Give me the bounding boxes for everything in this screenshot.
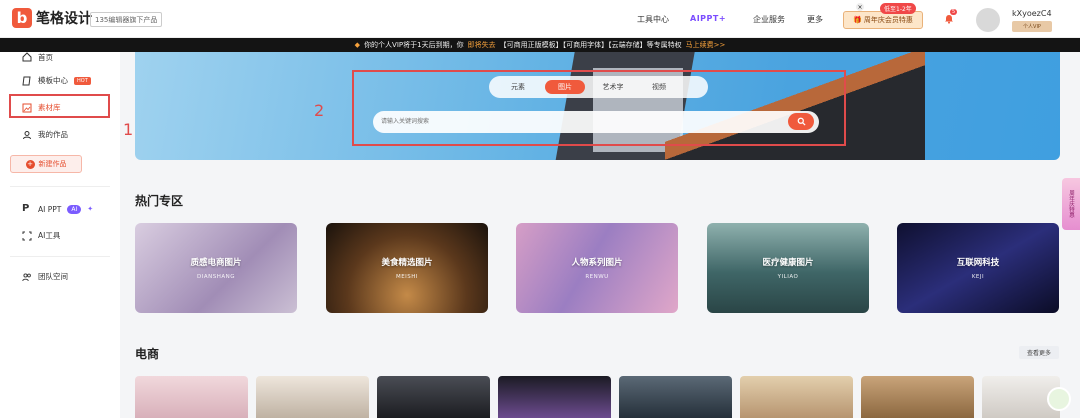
ecommerce-thumb[interactable] [135,376,248,418]
bell-icon[interactable] [944,14,954,24]
card-sub: YILIAO [777,274,799,280]
sidebar-item-label: 模板中心 [38,76,68,85]
ecommerce-thumb[interactable] [740,376,853,418]
template-icon [22,76,31,85]
username[interactable]: kXyoezC4 [1012,9,1052,18]
sidebar-divider [10,256,110,257]
notice-highlight: 即将失去 [467,41,496,49]
sidebar-item-label: 首页 [38,52,53,62]
ai-badge: AI [67,204,82,214]
anniversary-label: 周年庆会员特惠 [863,16,913,24]
ecommerce-section-title: 电商 [135,347,160,361]
card-title: 质感电商图片 [190,258,242,268]
sidebar-divider [10,186,110,187]
nav-more[interactable]: 更多 [807,14,823,25]
annotation-label-1: 1 [123,120,134,139]
ecommerce-thumb[interactable] [377,376,490,418]
hot-card-medical[interactable]: 医疗健康图片 YILIAO [707,223,869,313]
brand-tag: 135编辑器旗下产品 [90,12,163,27]
sidebar-item-ai-ppt[interactable]: P AI PPT AI ✦ [22,204,93,214]
logo-icon: b [12,8,32,28]
notice-text-a: 你的个人VIP将于1天后到期，你 [364,41,464,49]
card-title: 互联网科技 [956,258,1000,268]
hot-card-food[interactable]: 美食精选图片 MEISHI [326,223,488,313]
anniversary-badge: 低至1-2年 [880,3,916,14]
sidebar-item-label: 我的作品 [38,130,68,139]
sidebar-item-label: AI工具 [38,231,61,240]
sidebar-item-label: AI PPT [38,204,62,214]
logo-text: 笔格设计 [36,11,92,27]
card-title: 美食精选图片 [381,258,433,268]
nav-tool-center[interactable]: 工具中心 [637,14,669,25]
logo[interactable]: b 笔格设计 [12,8,92,28]
hot-card-people[interactable]: 人物系列图片 RENWU [516,223,678,313]
top-bar: b 笔格设计 135编辑器旗下产品 工具中心 AIPPT+ 企业服务 更多 🎁 … [0,0,1080,38]
notice-bar: ◆ 你的个人VIP将于1天后到期，你 即将失去 【可商用正版模板】【可商用字体】… [0,38,1080,52]
hot-card-tech[interactable]: 互联网科技 KEJI [897,223,1059,313]
notification-count: 5 [950,9,958,15]
user-icon [23,130,31,139]
sidebar-item-team[interactable]: 团队空间 [22,271,68,282]
diamond-icon: ◆ [354,41,361,49]
ecommerce-thumb[interactable] [256,376,369,418]
ppt-icon: P [22,203,30,214]
floating-helper-icon[interactable] [1047,387,1071,411]
annotation-box-2 [352,70,846,146]
card-sub: DIANSHANG [197,274,235,280]
card-sub: KEJI [971,274,985,280]
hot-badge: HOT [74,76,91,85]
ecommerce-thumb[interactable] [619,376,732,418]
ecommerce-thumb[interactable] [498,376,611,418]
notice-text-b: 【可商用正版模板】【可商用字体】【云端存储】等专属特权 [499,41,682,49]
new-work-button[interactable]: + 新建作品 [10,155,82,173]
avatar[interactable] [976,8,1000,32]
sidebar-item-home[interactable]: 首页 [22,52,53,62]
ai-tools-icon [22,231,32,240]
renew-link[interactable]: 马上续费>> [686,40,726,50]
card-sub: RENWU [585,274,609,280]
team-icon [22,272,31,281]
card-title: 人物系列图片 [571,258,623,268]
nav-aippt[interactable]: AIPPT+ [690,14,726,23]
hot-section-title: 热门专区 [135,194,184,208]
floating-promo[interactable]: 周年庆特惠 [1062,178,1080,230]
new-work-label: 新建作品 [38,160,67,168]
sidebar-item-templates[interactable]: 模板中心 HOT [22,75,91,86]
nav-enterprise[interactable]: 企业服务 [753,14,785,25]
sidebar-item-my-works[interactable]: 我的作品 [22,129,68,140]
vip-badge[interactable]: 个人VIP [1012,21,1052,32]
plus-icon: + [25,159,35,169]
view-more-button[interactable]: 查看更多 [1019,346,1059,359]
sparkle-icon: ✦ [87,205,94,213]
annotation-box-1 [9,94,110,118]
card-title: 医疗健康图片 [762,258,814,268]
card-sub: MEISHI [395,274,419,280]
sidebar-item-ai-tools[interactable]: AI工具 [22,230,60,241]
close-icon[interactable]: × [856,3,864,11]
gift-icon: 🎁 [853,16,862,24]
annotation-label-2: 2 [314,101,325,120]
sidebar-item-label: 团队空间 [38,272,68,281]
hot-card-ecommerce[interactable]: 质感电商图片 DIANSHANG [135,223,297,313]
home-icon [22,52,32,62]
ecommerce-thumb[interactable] [861,376,974,418]
